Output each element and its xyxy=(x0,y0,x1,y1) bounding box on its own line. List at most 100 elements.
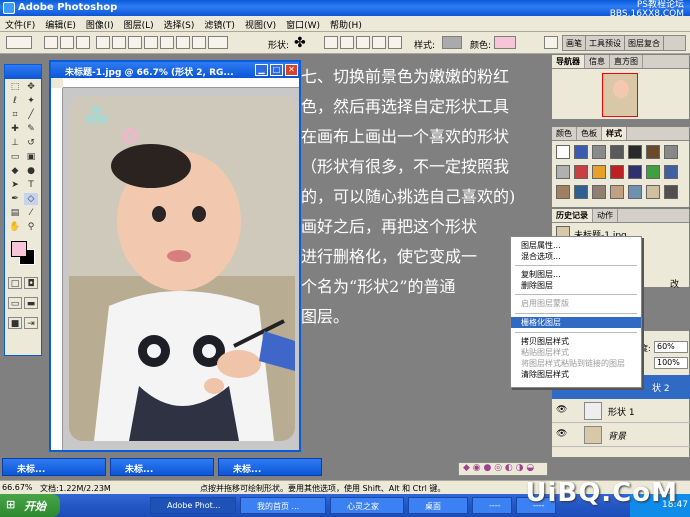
canvas[interactable]: ☘ ✿ xyxy=(63,88,299,450)
move-tool-icon[interactable]: ✥ xyxy=(24,81,38,93)
slice-tool-icon[interactable]: ╱ xyxy=(24,109,38,121)
well-tab-layer-comps[interactable]: 图层复合 xyxy=(625,36,664,51)
doc-maximize-button[interactable]: □ xyxy=(270,64,283,76)
eye-icon[interactable]: 👁 xyxy=(556,429,567,439)
tab-swatches[interactable]: 色板 xyxy=(577,127,602,140)
task-homepage[interactable]: 我的首页 ... xyxy=(240,497,326,514)
menu-item-clear-layer-style[interactable]: 清除图层样式 xyxy=(511,369,641,380)
gradient-tool-icon[interactable]: ▣ xyxy=(24,151,38,163)
eraser-tool-icon[interactable]: ▭ xyxy=(8,151,22,163)
well-tab-brushes[interactable]: 画笔 xyxy=(563,36,586,51)
style-swatch[interactable] xyxy=(628,145,642,159)
rounded-rect-button[interactable] xyxy=(144,36,158,49)
menu-select[interactable]: 选择(S) xyxy=(159,16,200,31)
doc-minimize-button[interactable]: ▁ xyxy=(255,64,268,76)
style-swatch[interactable] xyxy=(610,145,624,159)
marquee-tool-icon[interactable]: ⬚ xyxy=(8,81,22,93)
zoom-level[interactable]: 66.67% xyxy=(2,483,33,492)
rectangle-shape-button[interactable] xyxy=(128,36,142,49)
menu-window[interactable]: 窗口(W) xyxy=(281,16,325,31)
fill-field[interactable]: 100% xyxy=(654,357,688,369)
menu-item-duplicate-layer[interactable]: 复制图层... xyxy=(511,269,641,280)
shape-picker-icon[interactable]: ✤ xyxy=(294,35,306,51)
screen-mode-3-icon[interactable]: ■ xyxy=(8,317,22,329)
history-brush-icon[interactable]: ↺ xyxy=(24,137,38,149)
hand-tool-icon[interactable]: ✋ xyxy=(8,221,22,233)
brush-tool-icon[interactable]: ✎ xyxy=(24,123,38,135)
tab-info[interactable]: 信息 xyxy=(585,55,610,68)
tab-styles[interactable]: 样式 xyxy=(602,127,627,140)
doc-close-button[interactable]: ✕ xyxy=(285,64,298,76)
style-swatch[interactable] xyxy=(592,165,606,179)
style-swatch[interactable] xyxy=(574,145,588,159)
style-swatch[interactable] xyxy=(646,185,660,199)
imageready-icon[interactable]: ⇥ xyxy=(24,317,38,329)
shape-layers-button[interactable] xyxy=(44,36,58,49)
menu-filter[interactable]: 滤镜(T) xyxy=(199,16,240,31)
custom-shape-button[interactable] xyxy=(208,36,228,49)
style-swatch[interactable] xyxy=(574,165,588,179)
menu-layer[interactable]: 图层(L) xyxy=(119,16,159,31)
screen-mode-1-icon[interactable]: ▭ xyxy=(8,297,22,309)
combine-mode-1[interactable] xyxy=(324,36,338,49)
polygon-shape-button[interactable] xyxy=(176,36,190,49)
menu-item-blending-options[interactable]: 混合选项... xyxy=(511,251,641,262)
menu-image[interactable]: 图像(I) xyxy=(81,16,119,31)
tab-navigator[interactable]: 导航器 xyxy=(552,55,585,68)
custom-shape-tool-icon[interactable]: ◇ xyxy=(24,193,38,205)
menu-item-delete-layer[interactable]: 删除图层 xyxy=(511,280,641,291)
magic-wand-icon[interactable]: ✦ xyxy=(24,95,38,107)
tab-color[interactable]: 颜色 xyxy=(552,127,577,140)
zoom-tool-icon[interactable]: ⚲ xyxy=(24,221,38,233)
dodge-tool-icon[interactable]: ● xyxy=(24,165,38,177)
combine-mode-4[interactable] xyxy=(372,36,386,49)
minimized-document[interactable]: 未标... xyxy=(2,458,106,476)
screen-mode-2-icon[interactable]: ▬ xyxy=(24,297,38,309)
paths-button[interactable] xyxy=(60,36,74,49)
menu-item-layer-properties[interactable]: 图层属性... xyxy=(511,240,641,251)
blur-tool-icon[interactable]: ◆ xyxy=(8,165,22,177)
eyedropper-icon[interactable]: ⁄ xyxy=(24,207,38,219)
menu-item-rasterize-layer[interactable]: 栅格化图层 xyxy=(511,317,641,328)
task-item[interactable]: ---- xyxy=(472,497,512,514)
path-select-icon[interactable]: ➤ xyxy=(8,179,22,191)
lasso-tool-icon[interactable]: ℓ xyxy=(8,95,22,107)
tab-histogram[interactable]: 直方图 xyxy=(610,55,643,68)
navigator-thumbnail[interactable] xyxy=(602,73,638,117)
style-swatch[interactable] xyxy=(646,165,660,179)
notes-tool-icon[interactable]: ▤ xyxy=(8,207,22,219)
line-shape-button[interactable] xyxy=(192,36,206,49)
style-swatch[interactable] xyxy=(628,185,642,199)
combine-mode-3[interactable] xyxy=(356,36,370,49)
link-style-button[interactable] xyxy=(388,36,402,49)
combine-mode-2[interactable] xyxy=(340,36,354,49)
freeform-pen-button[interactable] xyxy=(112,36,126,49)
menu-file[interactable]: 文件(F) xyxy=(0,16,40,31)
well-tab-tool-presets[interactable]: 工具预设 xyxy=(586,36,625,51)
healing-brush-icon[interactable]: ✚ xyxy=(8,123,22,135)
standard-mode-icon[interactable]: □ xyxy=(8,277,22,289)
style-swatch[interactable] xyxy=(664,145,678,159)
style-swatch[interactable] xyxy=(556,185,570,199)
crop-tool-icon[interactable]: ⌗ xyxy=(8,109,22,121)
style-swatch[interactable] xyxy=(610,165,624,179)
layer-row-background[interactable]: 👁 背景 xyxy=(552,423,690,447)
style-swatch[interactable] xyxy=(574,185,588,199)
start-button[interactable]: ⊞ 开始 xyxy=(0,494,60,517)
task-photoshop[interactable]: Adobe Phot... xyxy=(150,497,236,514)
pen-tool-button[interactable] xyxy=(96,36,110,49)
tab-history[interactable]: 历史记录 xyxy=(552,209,593,222)
tool-preset-picker[interactable] xyxy=(6,36,32,49)
style-swatch[interactable] xyxy=(646,145,660,159)
eye-icon[interactable]: 👁 xyxy=(556,405,567,415)
shape-color-swatch[interactable] xyxy=(494,36,516,49)
minimized-document[interactable]: 未标... xyxy=(110,458,214,476)
menu-view[interactable]: 视图(V) xyxy=(240,16,281,31)
stamp-tool-icon[interactable]: ⊥ xyxy=(8,137,22,149)
file-browser-button[interactable] xyxy=(544,36,558,49)
layer-row-shape1[interactable]: 👁 形状 1 xyxy=(552,399,690,423)
style-swatch[interactable] xyxy=(628,165,642,179)
opacity-field[interactable]: 60% xyxy=(654,341,688,353)
style-swatch[interactable] xyxy=(664,165,678,179)
quickmask-mode-icon[interactable]: ◘ xyxy=(24,277,38,289)
